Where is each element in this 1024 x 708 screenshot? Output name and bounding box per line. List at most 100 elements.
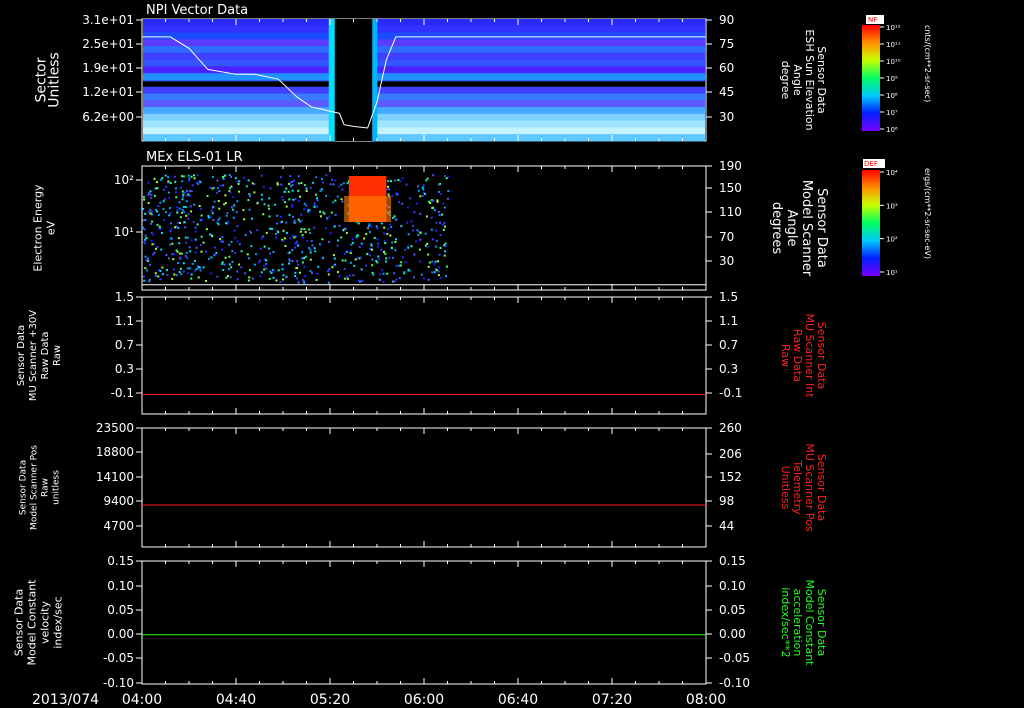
panel-2-speckle: [165, 268, 168, 271]
panel-2-speckle: [292, 198, 295, 201]
y2-tick-label: 30: [719, 110, 734, 124]
panel-2-speckle: [229, 191, 232, 194]
panel-2-speckle: [168, 196, 171, 199]
panel-2-speckle: [274, 203, 277, 206]
panel-2-speckle: [211, 212, 214, 215]
panel-2-speckle: [172, 268, 175, 271]
panel-2-speckle: [371, 271, 374, 274]
panel-2-speckle: [291, 234, 294, 237]
y-axis-label-line: Raw Data: [40, 331, 51, 379]
panel-2-speckle: [185, 251, 188, 254]
panel-2-speckle: [297, 189, 300, 192]
panel-2-speckle: [212, 218, 215, 221]
panel-2-speckle: [224, 194, 227, 197]
panel-2-speckle: [371, 264, 374, 267]
panel-2-speckle: [242, 176, 245, 179]
panel-2-speckle: [190, 190, 193, 193]
y2-tick-label: -0.10: [719, 676, 750, 690]
panel-2-speckle: [293, 221, 296, 224]
panel-2-speckle: [329, 232, 332, 235]
panel-2-speckle: [216, 191, 219, 194]
y2-tick-label: 44: [719, 519, 734, 533]
panel-2-speckle: [389, 223, 392, 226]
panel-2-speckle: [178, 252, 181, 255]
panel-2-speckle: [232, 209, 235, 212]
panel-2-speckle: [439, 221, 442, 224]
panel-2-speckle: [188, 177, 191, 180]
panel-2-speckle: [295, 277, 298, 280]
panel-2-speckle: [387, 185, 390, 188]
panel-2-speckle: [349, 252, 352, 255]
panel-2-speckle: [376, 227, 379, 230]
panel-2-speckle: [174, 191, 177, 194]
panel-2-speckle: [392, 217, 395, 220]
colorbar-nf-ticks: 10¹² 10¹¹ 10¹⁰ 10⁹ 10⁸ 10⁷ 10⁶: [880, 24, 901, 134]
panel-2-speckle: [401, 202, 404, 205]
panel-2-speckle: [395, 278, 398, 281]
panel-2-speckle: [380, 222, 383, 225]
panel-2-speckle: [208, 233, 211, 236]
panel-2-speckle: [263, 264, 266, 267]
panel-2-speckle: [292, 179, 295, 182]
panel-2-speckle: [300, 228, 303, 231]
panel-2-speckle: [197, 276, 200, 279]
y2-tick-label: 260: [719, 421, 742, 435]
panel-1-band-left: [143, 59, 335, 67]
panel-2-speckle: [184, 255, 187, 258]
panel-2-speckle: [166, 176, 169, 179]
panel-2-speckle: [221, 236, 224, 239]
panel-2-speckle: [247, 179, 250, 182]
panel-2-speckle: [151, 243, 154, 246]
panel-2-speckle: [224, 256, 227, 259]
panel-2-speckle: [188, 246, 191, 249]
y-axis-label-line: unitless: [52, 470, 62, 505]
panel-2-speckle: [392, 256, 395, 259]
panel-1-band-left: [143, 86, 335, 95]
panel-2-speckle: [189, 205, 192, 208]
panel-2-speckle: [319, 190, 322, 193]
panel-2-speckle: [236, 240, 239, 243]
panel-2-speckle: [319, 210, 322, 213]
panel-2-speckle: [331, 178, 334, 181]
panel-2-speckle: [348, 274, 351, 277]
panel-2-speckle: [431, 271, 434, 274]
panel-2-speckle: [190, 277, 193, 280]
y-axis-label-line: velocity: [39, 601, 52, 644]
panel-2-speckle: [408, 269, 411, 272]
panel-2-speckle: [254, 253, 257, 256]
panel-2-speckle: [161, 177, 164, 180]
panel-2-speckle: [410, 245, 413, 248]
colorbar-tick-label: 10³: [886, 202, 898, 210]
panel-2-speckle: [323, 212, 326, 215]
panel-2-speckle: [427, 253, 430, 256]
panel-2-speckle: [196, 174, 199, 177]
panel-2-speckle: [352, 274, 355, 277]
time-tick-label: 08:00: [686, 692, 726, 708]
panel-2-speckle: [173, 175, 176, 178]
panel-1-band-left: [143, 120, 335, 128]
panel-1-band-left: [143, 46, 335, 54]
panel-2-speckle: [341, 188, 344, 191]
panel-2-speckle: [349, 261, 352, 264]
panel-2-speckle: [142, 275, 145, 278]
panel-2-speckle: [289, 175, 292, 178]
panel-2-speckle: [177, 226, 180, 229]
panel-2-speckle: [200, 250, 203, 253]
panel-2-speckle: [199, 269, 202, 272]
panel-2-speckle: [218, 207, 221, 210]
panel-2-speckle: [150, 193, 153, 196]
panel-2-speckle: [248, 193, 251, 196]
panel-2-speckle: [175, 196, 178, 199]
panel-2-speckle: [330, 211, 333, 214]
panel-2-speckle: [188, 179, 191, 182]
panel-2-speckle: [297, 182, 300, 185]
panel-2-speckle: [284, 201, 287, 204]
panel-2-speckle: [147, 181, 150, 184]
y2-tick-label: -0.1: [719, 386, 742, 400]
panel-2-speckle: [194, 238, 197, 241]
panel-2-speckle: [333, 257, 336, 260]
panel-2-speckle: [282, 274, 285, 277]
panel-2-speckle: [421, 186, 424, 189]
y2-tick-label: 1.1: [719, 314, 738, 328]
panel-2-warm-region: [344, 196, 392, 222]
